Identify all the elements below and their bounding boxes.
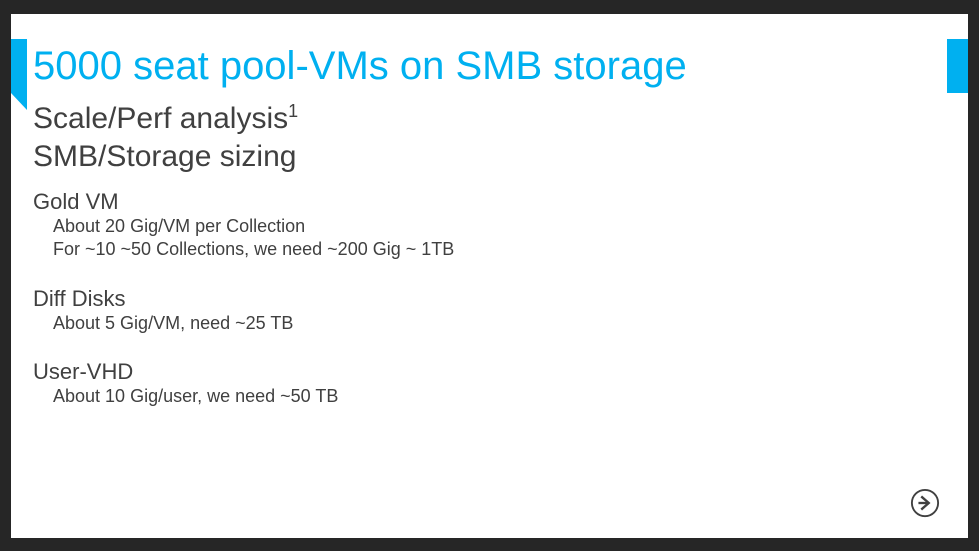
section-head-user-vhd: User-VHD — [33, 359, 933, 385]
body-line: About 10 Gig/user, we need ~50 TB — [53, 385, 933, 408]
slide: 5000 seat pool-VMs on SMB storage Scale/… — [11, 14, 968, 538]
subtitle-line-1: Scale/Perf analysis1 — [33, 100, 933, 138]
subtitle-main: Scale/Perf analysis — [33, 102, 288, 135]
subtitle-line-2: SMB/Storage sizing — [33, 138, 933, 176]
slide-title: 5000 seat pool-VMs on SMB storage — [27, 46, 687, 86]
next-arrow-icon[interactable] — [910, 488, 940, 518]
section-head-gold-vm: Gold VM — [33, 189, 933, 215]
title-corner-triangle — [11, 93, 27, 110]
body-line: For ~10 ~50 Collections, we need ~200 Gi… — [53, 238, 933, 261]
body-line: About 20 Gig/VM per Collection — [53, 215, 933, 238]
content-area: Scale/Perf analysis1 SMB/Storage sizing … — [33, 100, 933, 409]
subtitle-superscript: 1 — [288, 101, 298, 121]
body-line: About 5 Gig/VM, need ~25 TB — [53, 312, 933, 335]
section-head-diff-disks: Diff Disks — [33, 286, 933, 312]
title-overlay: 5000 seat pool-VMs on SMB storage — [27, 39, 947, 93]
